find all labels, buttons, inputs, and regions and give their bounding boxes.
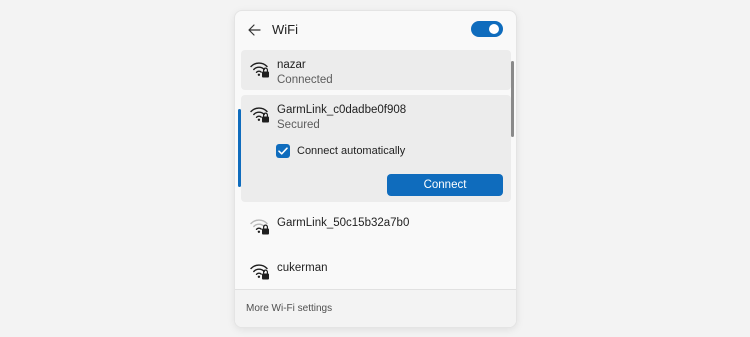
wifi-toggle[interactable] (471, 21, 503, 37)
more-wifi-settings-link[interactable]: More Wi-Fi settings (246, 303, 332, 314)
wifi-flyout-panel: WiFi nazar Connected GarmLink_c0dadbe0f9… (234, 10, 517, 328)
page-title: WiFi (272, 22, 298, 37)
network-name: cukerman (277, 262, 328, 274)
selection-indicator (238, 109, 241, 187)
connect-automatically-checkbox[interactable]: Connect automatically (276, 143, 405, 159)
wifi-secured-icon (250, 107, 269, 123)
network-name: GarmLink_50c15b32a7b0 (277, 217, 410, 229)
wifi-header: WiFi (235, 11, 516, 49)
network-name: GarmLink_c0dadbe0f908 (277, 104, 407, 116)
checkmark-icon (278, 147, 288, 155)
network-status: Secured (277, 119, 320, 131)
connect-button[interactable]: Connect (387, 174, 503, 196)
wifi-secured-icon (250, 264, 269, 280)
network-item-garmlink-50c15b32a7b0[interactable]: GarmLink_50c15b32a7b0 (241, 202, 511, 247)
connect-automatically-label: Connect automatically (297, 145, 406, 157)
wifi-secured-icon (250, 62, 269, 78)
network-item-nazar[interactable]: nazar Connected (241, 50, 511, 90)
network-list: nazar Connected GarmLink_c0dadbe0f908 Se… (238, 50, 511, 292)
wifi-weak-secured-icon (250, 219, 269, 235)
toggle-knob (489, 24, 499, 34)
arrow-left-icon (247, 24, 261, 36)
scrollbar-thumb[interactable] (511, 61, 514, 137)
network-item-garmlink-c0dadbe0f908[interactable]: GarmLink_c0dadbe0f908 Secured Connect au… (238, 95, 511, 202)
back-button[interactable] (243, 20, 265, 40)
network-status: Connected (277, 74, 333, 86)
wifi-footer: More Wi-Fi settings (235, 289, 516, 327)
checkbox-checked[interactable] (276, 144, 290, 158)
network-item-cukerman[interactable]: cukerman (241, 247, 511, 292)
network-name: nazar (277, 59, 306, 71)
